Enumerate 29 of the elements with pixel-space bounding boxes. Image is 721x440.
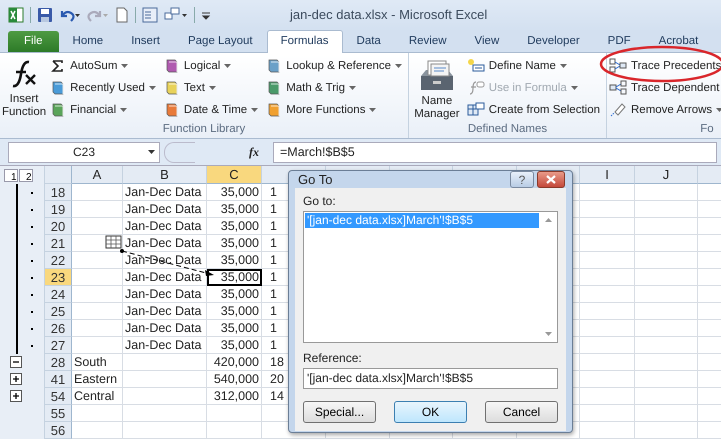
- table-cell: 312,000: [207, 388, 262, 405]
- active-cell: 35,000: [207, 269, 262, 286]
- table-cell: Jan-Dec Data: [123, 286, 207, 303]
- group-label: Defined Names: [466, 122, 548, 137]
- group-label: Fo: [699, 122, 715, 137]
- dialog-title: Go To: [297, 172, 332, 187]
- table-cell: Eastern: [72, 371, 123, 388]
- table-cell: Jan-Dec Data: [123, 184, 207, 201]
- table-cell: 35,000: [207, 286, 262, 303]
- table-cell: 35,000: [207, 252, 262, 269]
- table-cell: 540,000: [207, 371, 262, 388]
- table-cell: Jan-Dec Data: [123, 218, 207, 235]
- table-cell: Jan-Dec Data: [123, 320, 207, 337]
- table-cell: 35,000: [207, 320, 262, 337]
- group-label: Function Library: [162, 122, 246, 137]
- table-cell: 35,000: [207, 303, 262, 320]
- table-cell: Jan-Dec Data: [123, 303, 207, 320]
- table-cell: 35,000: [207, 184, 262, 201]
- window-title: jan-dec data.xlsx - Microsoft Excel: [290, 7, 488, 22]
- table-cell: 35,000: [207, 337, 262, 354]
- table-cell: Jan-Dec Data: [123, 201, 207, 218]
- table-cell: South: [72, 354, 123, 371]
- table-cell: Central: [72, 388, 123, 405]
- table-cell: 35,000: [207, 235, 262, 252]
- table-cell: 35,000: [207, 218, 262, 235]
- table-cell: Jan-Dec Data: [123, 337, 207, 354]
- table-cell: 420,000: [207, 354, 262, 371]
- table-cell: 35,000: [207, 201, 262, 218]
- table-cell: Jan-Dec Data: [123, 235, 207, 252]
